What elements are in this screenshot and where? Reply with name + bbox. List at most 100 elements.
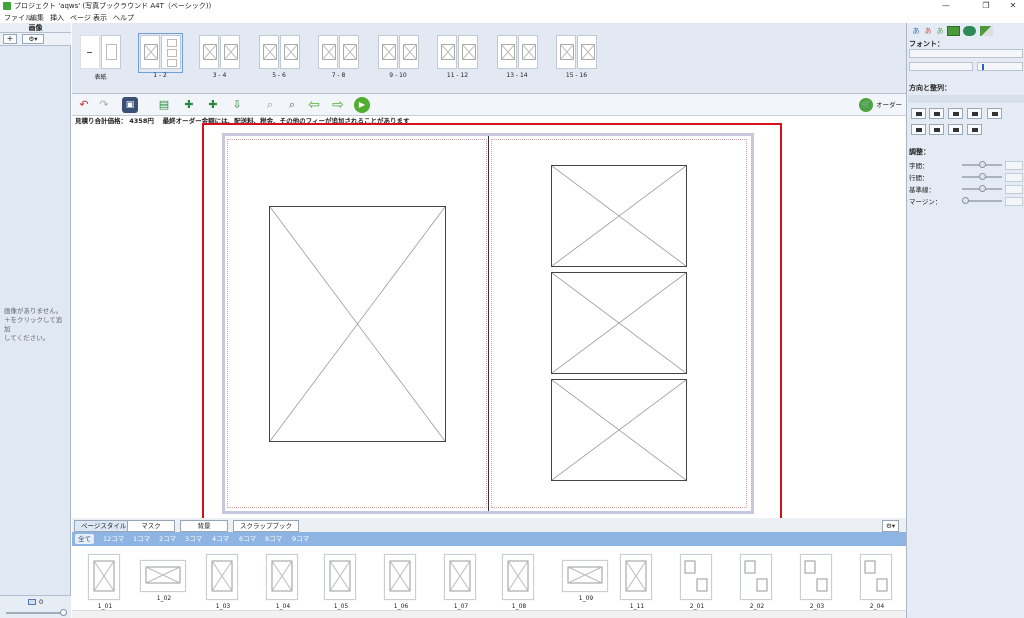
adjust-value-field[interactable]: [1005, 173, 1023, 182]
slider-knob[interactable]: [978, 161, 986, 168]
import-icon[interactable]: ⇩: [229, 97, 245, 113]
page-style-item[interactable]: 1_04: [266, 554, 298, 610]
close-button[interactable]: ✕: [1002, 0, 1024, 12]
adjust-slider[interactable]: [962, 197, 1002, 204]
page-style-item[interactable]: 1_02: [140, 560, 186, 602]
add-image-button[interactable]: +: [3, 34, 17, 44]
maximize-button[interactable]: ❐: [975, 0, 997, 12]
order-button[interactable]: 🛒 オーダー: [859, 97, 902, 113]
page-thumbnail[interactable]: 13 - 14: [496, 35, 538, 79]
adjust-slider[interactable]: [962, 185, 1002, 192]
filter-chip[interactable]: 12コマ: [100, 534, 127, 544]
adjust-value-field[interactable]: [1005, 197, 1023, 206]
page-style-item[interactable]: 2_04: [860, 554, 892, 610]
zoom-in-icon[interactable]: ⌕: [284, 97, 300, 113]
page-style-item[interactable]: 1_07: [444, 554, 476, 610]
adjust-slider[interactable]: [962, 161, 1002, 168]
valign-bottom-button[interactable]: [948, 124, 963, 135]
page-style-item[interactable]: 2_01: [680, 554, 712, 610]
page-style-label: 1_11: [629, 603, 645, 610]
page-thumbnail[interactable]: 11 - 12: [437, 35, 478, 79]
images-toolbar: + ⚙▾: [0, 33, 71, 46]
page-style-item[interactable]: 1_01: [88, 554, 120, 610]
images-settings-button[interactable]: ⚙▾: [22, 34, 44, 44]
page-style-item[interactable]: 1_11: [620, 554, 652, 610]
filter-chip[interactable]: 3コマ: [182, 534, 205, 544]
tab-mask[interactable]: マスク: [127, 520, 175, 532]
valign-middle-button[interactable]: [929, 124, 944, 135]
page-thumbnail[interactable]: 5 - 6: [258, 35, 300, 79]
next-page-icon[interactable]: ⇨: [330, 97, 346, 113]
page-thumbnail[interactable]: 3 - 4: [199, 35, 240, 79]
page-style-item[interactable]: 2_03: [800, 554, 832, 610]
thumbnail-page: [279, 35, 300, 69]
filter-chip[interactable]: 4コマ: [209, 534, 232, 544]
filter-chip[interactable]: 8コマ: [262, 534, 285, 544]
effect-icon[interactable]: [980, 26, 993, 36]
page-thumbnail[interactable]: 9 - 10: [377, 35, 419, 79]
images-panel-footer: 0: [0, 595, 71, 618]
page-style-item[interactable]: 1_03: [206, 554, 238, 610]
styles-settings-button[interactable]: ⚙▾: [882, 520, 900, 532]
vertical-text-button[interactable]: [987, 108, 1002, 119]
align-left-button[interactable]: [911, 108, 926, 119]
menu-view[interactable]: 表示: [93, 13, 107, 23]
fill-color-icon[interactable]: [947, 26, 960, 36]
page-style-scrollbar[interactable]: [72, 610, 906, 618]
page-style-label: 1_01: [97, 603, 113, 610]
thumbnail-size-slider[interactable]: [6, 612, 64, 614]
page-thumbnail[interactable]: 15 - 16: [556, 35, 597, 79]
page-style-item[interactable]: 2_02: [740, 554, 772, 610]
page-thumbnail[interactable]: 7 - 8: [318, 35, 359, 79]
filter-chip[interactable]: 1コマ: [130, 534, 153, 544]
slider-knob[interactable]: [978, 185, 986, 192]
page-thumbnail[interactable]: 表紙: [80, 35, 121, 81]
shape-icon[interactable]: [963, 26, 976, 36]
align-justify-button[interactable]: [967, 108, 982, 119]
slider-knob[interactable]: [962, 197, 969, 204]
tab-page-style[interactable]: ページスタイル: [74, 520, 134, 532]
filter-chip[interactable]: 6コマ: [236, 534, 259, 544]
page-thumbnail[interactable]: 1 - 2: [137, 33, 183, 79]
adjust-value-field[interactable]: [1005, 161, 1023, 170]
menu-insert[interactable]: 挿入: [50, 13, 64, 23]
valign-justify-button[interactable]: [967, 124, 982, 135]
filter-chip[interactable]: 全て: [75, 534, 94, 544]
redo-icon[interactable]: ↷: [96, 97, 112, 113]
menu-file[interactable]: ファイル: [4, 13, 32, 23]
slider-knob[interactable]: [60, 609, 67, 616]
placeholder-box: [106, 44, 117, 60]
add-spread-icon[interactable]: ✚: [181, 97, 197, 113]
align-center-button[interactable]: [929, 108, 944, 119]
zoom-out-icon[interactable]: ⌕: [262, 97, 278, 113]
adjust-slider[interactable]: [962, 173, 1002, 180]
tab-scrapbook[interactable]: スクラップブック: [233, 520, 299, 532]
font-color-select[interactable]: [977, 62, 1023, 71]
page-style-item[interactable]: 1_05: [324, 554, 356, 610]
filter-chip[interactable]: 9コマ: [289, 534, 312, 544]
add-page-icon[interactable]: ▤: [156, 97, 172, 113]
undo-icon[interactable]: ↶: [76, 97, 92, 113]
prev-page-icon[interactable]: ⇦: [306, 97, 322, 113]
filter-chip[interactable]: 2コマ: [156, 534, 179, 544]
play-icon[interactable]: ▶: [354, 97, 370, 113]
page-style-item[interactable]: 1_08: [502, 554, 534, 610]
font-family-select[interactable]: [909, 49, 1023, 58]
align-right-button[interactable]: [948, 108, 963, 119]
valign-top-button[interactable]: [911, 124, 926, 135]
tab-background[interactable]: 背景: [180, 520, 228, 532]
minimize-button[interactable]: —: [935, 0, 957, 12]
save-icon[interactable]: ▣: [122, 97, 138, 113]
menu-page[interactable]: ページ: [70, 13, 91, 23]
page-style-item[interactable]: 1_06: [384, 554, 416, 610]
insert-page-icon[interactable]: ✚: [205, 97, 221, 113]
page-style-item[interactable]: 1_09: [562, 560, 608, 602]
slider-knob[interactable]: [978, 173, 986, 180]
font-size-select[interactable]: [909, 62, 973, 71]
text-tab-3[interactable]: あ: [932, 25, 948, 37]
page-style-label: 1_04: [275, 603, 291, 610]
menu-edit[interactable]: 編集: [30, 13, 44, 23]
menu-help[interactable]: ヘルプ: [113, 13, 134, 23]
menu-bar: ファイル 編集 挿入 ページ 表示 ヘルプ: [0, 12, 1024, 23]
adjust-value-field[interactable]: [1005, 185, 1023, 194]
